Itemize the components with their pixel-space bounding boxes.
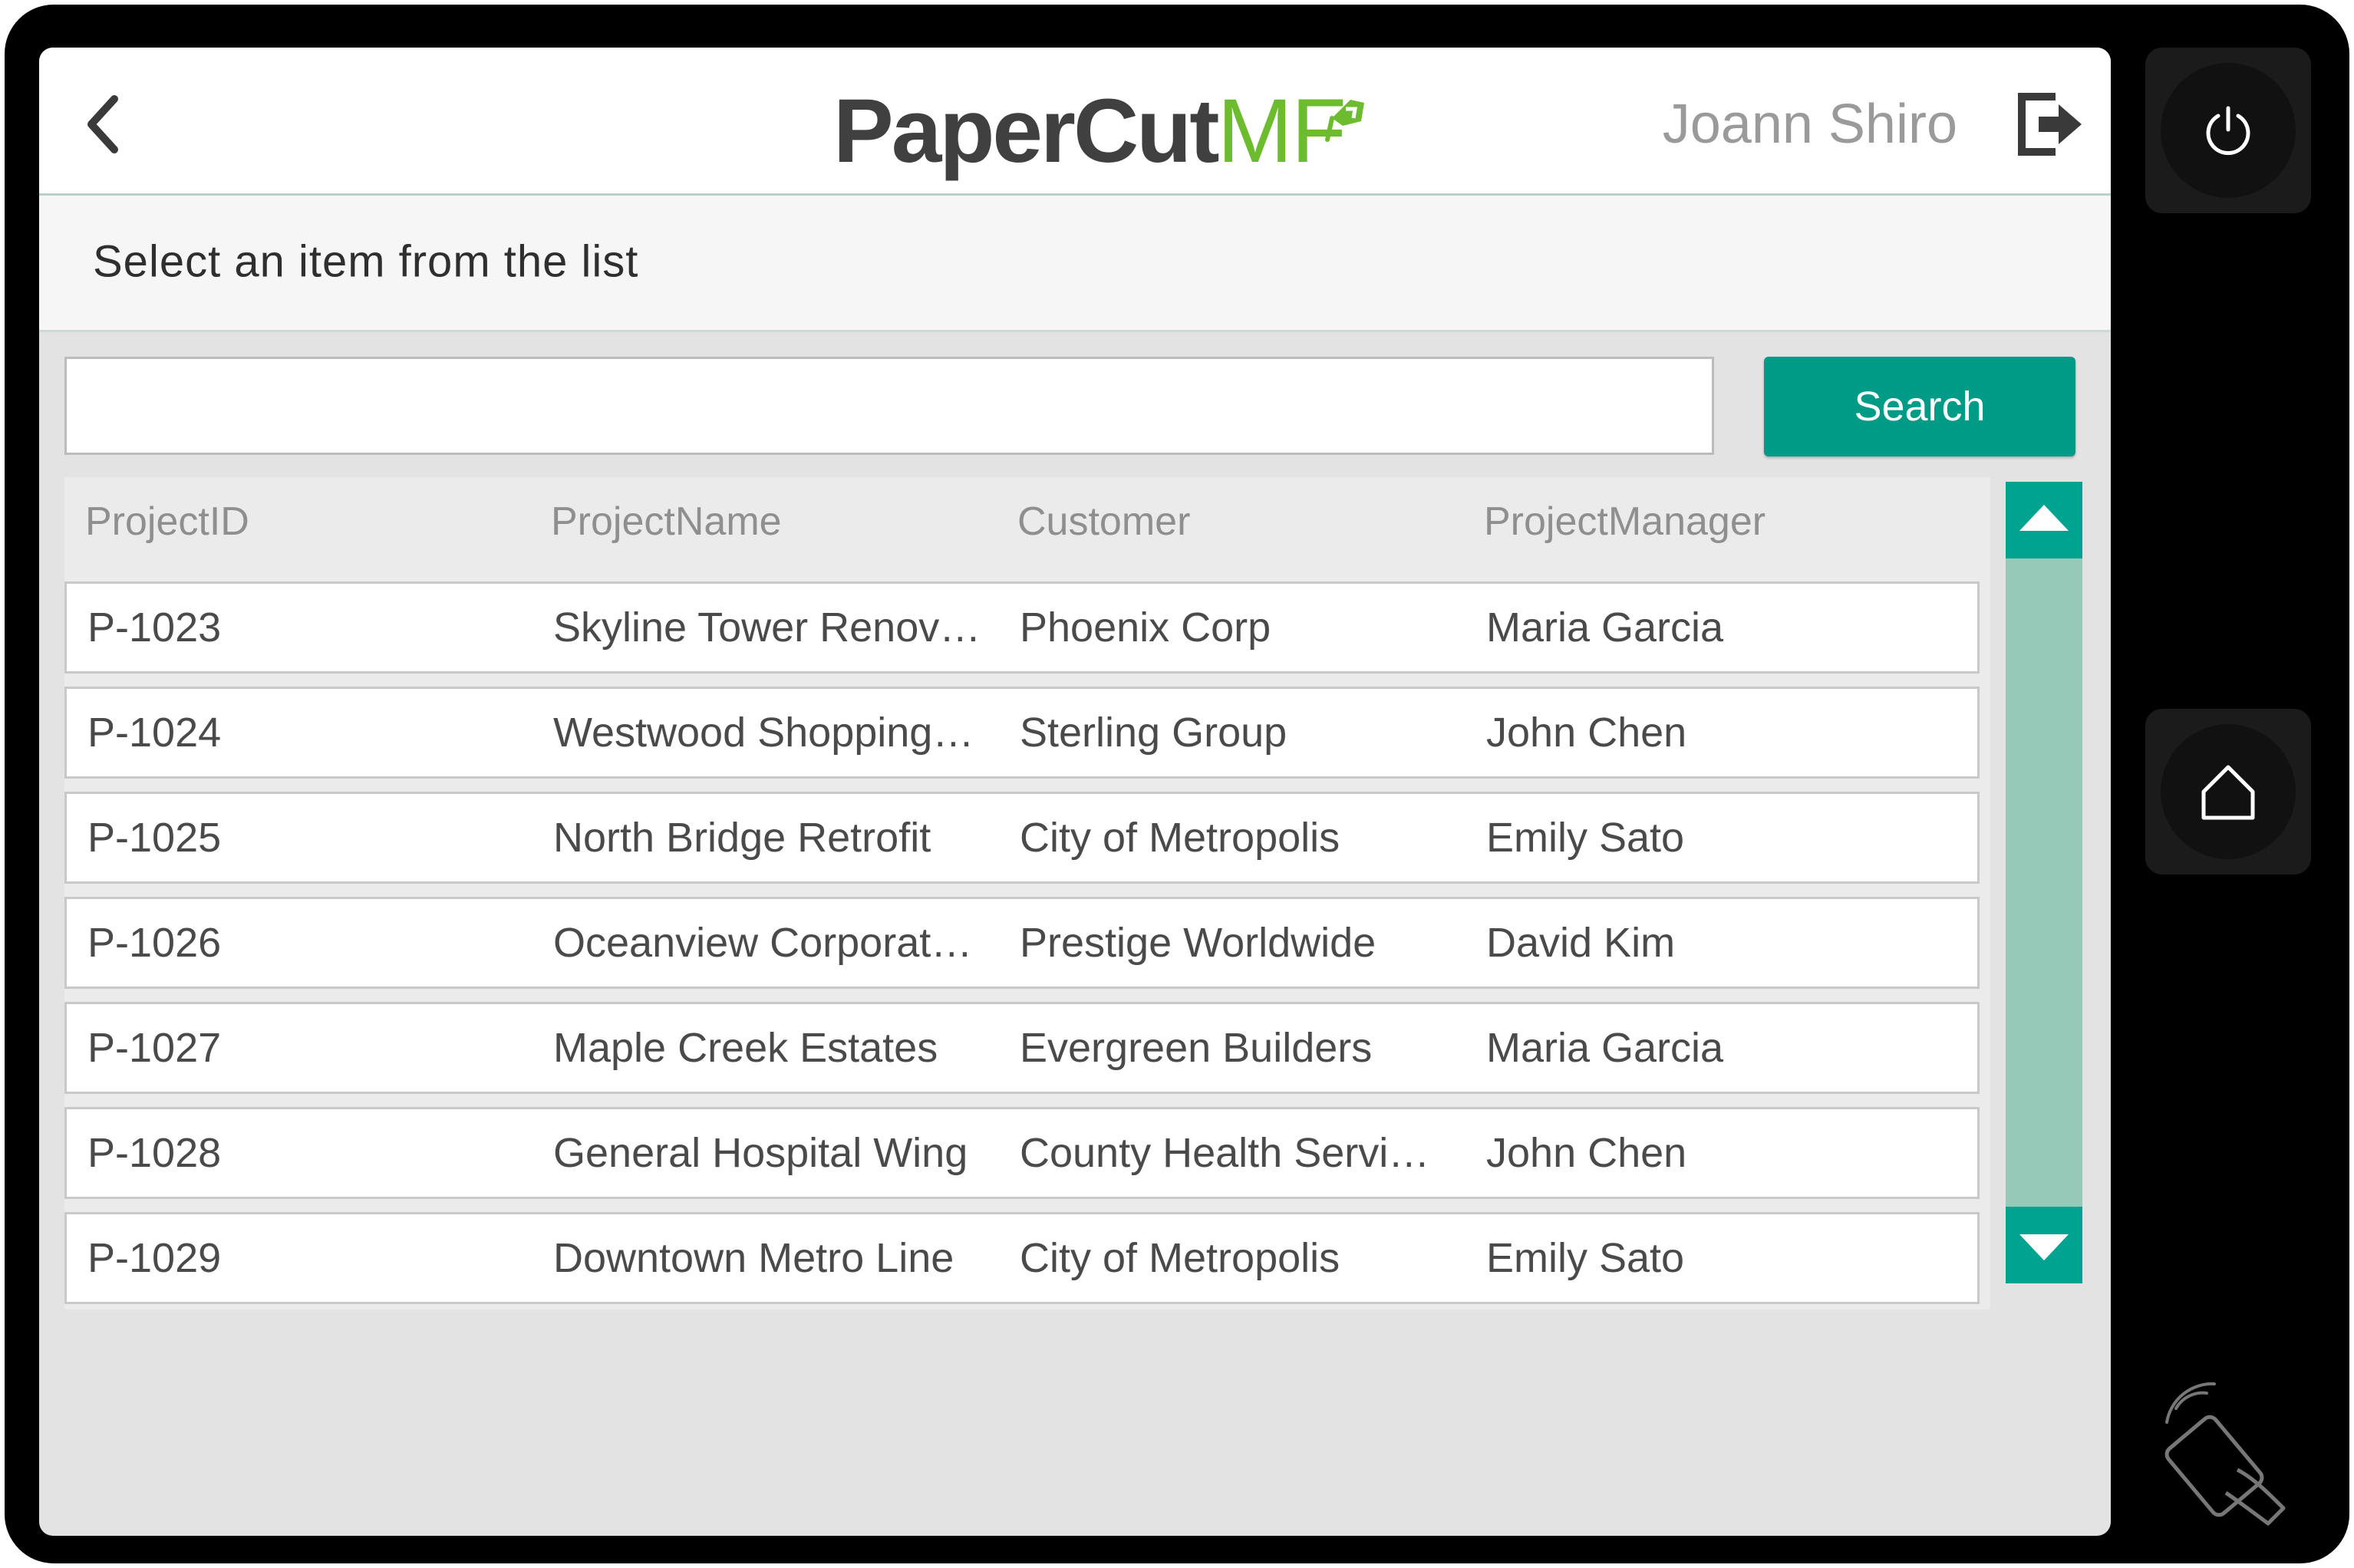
cell-project-id: P-1026	[87, 920, 222, 966]
home-icon	[2201, 765, 2255, 820]
logo-text-papercut: PaperCut	[833, 81, 1220, 182]
cell-project-name: Oceanview Corporate Park	[553, 920, 983, 966]
table-row[interactable]: P-1023 Skyline Tower Renovation Phoenix …	[64, 581, 1980, 674]
cell-project-name: Maple Creek Estates	[553, 1025, 938, 1071]
column-header-projectmanager: ProjectManager	[1484, 499, 1766, 544]
cell-project-id: P-1024	[87, 710, 222, 756]
table-header: ProjectID ProjectName Customer ProjectMa…	[64, 477, 1990, 562]
cell-customer: Prestige Worldwide	[1020, 920, 1376, 966]
cell-customer: Sterling Group	[1020, 710, 1287, 756]
cell-project-name: General Hospital Wing	[553, 1130, 968, 1176]
triangle-up-icon	[2019, 505, 2069, 531]
home-button[interactable]	[2145, 709, 2311, 875]
cell-customer: County Health Services	[1020, 1130, 1449, 1176]
list-scrollbar	[2006, 482, 2082, 1283]
logout-icon	[2018, 93, 2082, 156]
column-header-projectid: ProjectID	[85, 499, 249, 544]
search-input[interactable]	[64, 357, 1714, 455]
chevron-left-icon	[87, 95, 118, 153]
cell-customer: City of Metropolis	[1020, 815, 1340, 861]
search-button[interactable]: Search	[1764, 357, 2075, 456]
cell-project-manager: David Kim	[1486, 920, 1676, 966]
logo-leaf-icon	[1325, 100, 1364, 142]
cell-project-name: Westwood Shopping Center	[553, 710, 983, 756]
cell-project-name: Downtown Metro Line	[553, 1235, 954, 1281]
nfc-card-tap-icon	[2153, 1378, 2306, 1531]
back-button[interactable]	[70, 90, 139, 159]
papercut-logo: PaperCutMF	[833, 86, 1401, 186]
cell-project-id: P-1027	[87, 1025, 222, 1071]
device-bezel: PaperCutMF Joann Shiro Select an item fr…	[5, 5, 2349, 1563]
cell-project-name: North Bridge Retrofit	[553, 815, 931, 861]
cell-project-manager: John Chen	[1486, 1130, 1687, 1176]
power-button[interactable]	[2145, 48, 2311, 213]
table-row[interactable]: P-1025 North Bridge Retrofit City of Met…	[64, 792, 1980, 884]
table-row[interactable]: P-1027 Maple Creek Estates Evergreen Bui…	[64, 1002, 1980, 1094]
instruction-text: Select an item from the list	[93, 236, 639, 287]
scroll-track[interactable]	[2006, 558, 2082, 1207]
cell-project-manager: Maria Garcia	[1486, 604, 1724, 651]
user-name: Joann Shiro	[1662, 94, 1957, 155]
scroll-down-button[interactable]	[2006, 1207, 2082, 1283]
triangle-down-icon	[2019, 1234, 2069, 1260]
power-icon	[2206, 106, 2250, 155]
cell-customer: Phoenix Corp	[1020, 604, 1271, 651]
table-row[interactable]: P-1029 Downtown Metro Line City of Metro…	[64, 1212, 1980, 1304]
cell-project-id: P-1025	[87, 815, 222, 861]
project-table: ProjectID ProjectName Customer ProjectMa…	[64, 477, 1990, 1309]
logout-button[interactable]	[2011, 86, 2088, 163]
table-row[interactable]: P-1024 Westwood Shopping Center Sterling…	[64, 687, 1980, 779]
header-bar: PaperCutMF Joann Shiro	[39, 48, 2111, 196]
cell-project-id: P-1023	[87, 604, 222, 651]
cell-project-name: Skyline Tower Renovation	[553, 604, 983, 651]
table-row[interactable]: P-1026 Oceanview Corporate Park Prestige…	[64, 897, 1980, 989]
cell-project-manager: John Chen	[1486, 710, 1687, 756]
cell-customer: Evergreen Builders	[1020, 1025, 1373, 1071]
column-header-projectname: ProjectName	[551, 499, 782, 544]
instruction-bar: Select an item from the list	[39, 196, 2111, 332]
column-header-customer: Customer	[1017, 499, 1191, 544]
touch-screen: PaperCutMF Joann Shiro Select an item fr…	[39, 48, 2111, 1536]
cell-project-manager: Maria Garcia	[1486, 1025, 1724, 1071]
cell-project-manager: Emily Sato	[1486, 815, 1685, 861]
cell-customer: City of Metropolis	[1020, 1235, 1340, 1281]
table-row[interactable]: P-1028 General Hospital Wing County Heal…	[64, 1107, 1980, 1199]
cell-project-id: P-1029	[87, 1235, 222, 1281]
cell-project-manager: Emily Sato	[1486, 1235, 1685, 1281]
cell-project-id: P-1028	[87, 1130, 222, 1176]
scroll-up-button[interactable]	[2006, 482, 2082, 558]
